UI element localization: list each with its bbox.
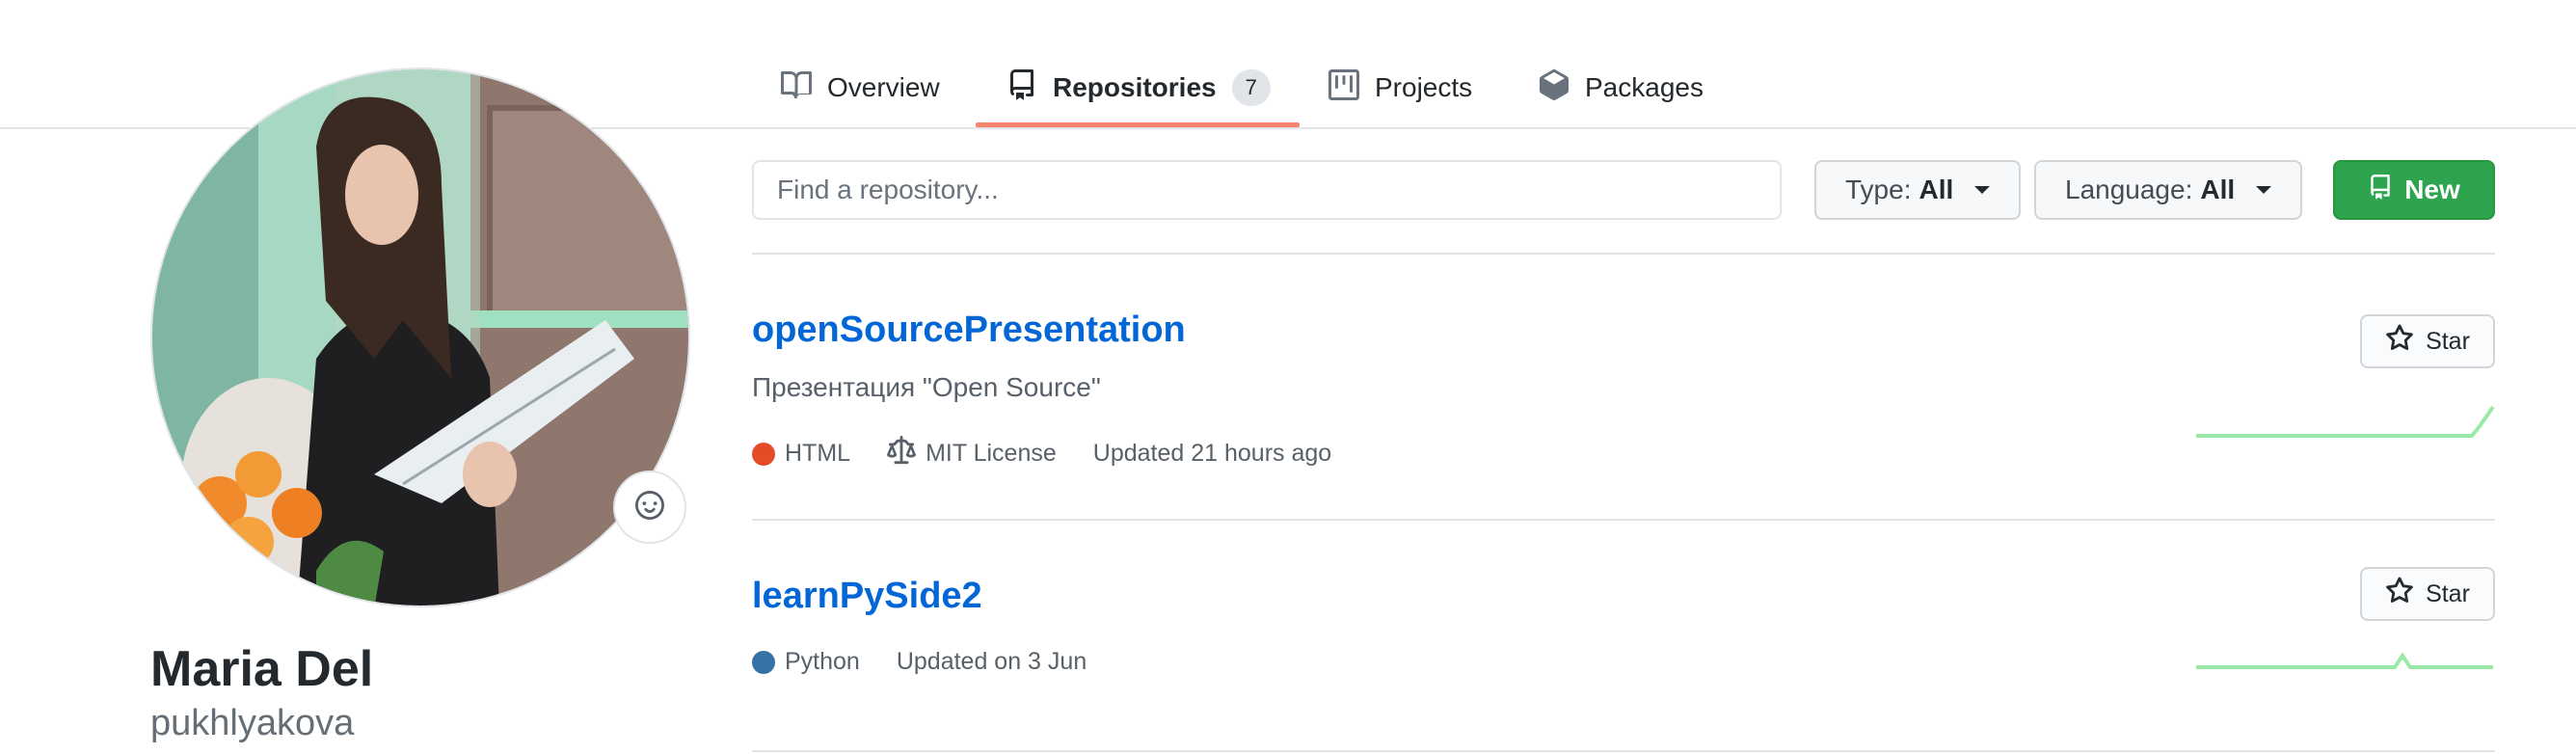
tab-projects-label: Projects — [1375, 72, 1473, 102]
list-divider — [752, 750, 2495, 752]
repo-language-label: Python — [785, 648, 860, 675]
star-button-label: Star — [2426, 579, 2470, 607]
project-icon — [1328, 68, 1359, 107]
profile-name: Maria Del — [150, 641, 374, 697]
repo-meta: HTML MIT License Updated 21 hours ago — [752, 436, 1368, 471]
profile-login: pukhlyakova — [150, 703, 355, 743]
repo-updated: Updated 21 hours ago — [1092, 440, 1332, 467]
star-icon — [2385, 323, 2414, 360]
type-filter-button[interactable]: Type: All — [1814, 160, 2022, 220]
list-divider — [752, 253, 2495, 255]
new-button-label: New — [2404, 175, 2460, 204]
repo-icon — [1006, 68, 1037, 107]
language-filter-button[interactable]: Language: All — [2034, 160, 2303, 220]
star-button-label: Star — [2426, 327, 2470, 355]
set-status-button[interactable] — [613, 471, 686, 544]
caret-down-icon — [1974, 186, 1991, 194]
smiley-icon — [635, 490, 664, 525]
repo-license-label: MIT License — [926, 440, 1057, 467]
new-repository-button[interactable]: New — [2333, 160, 2495, 220]
selected-tab-indicator — [976, 122, 1300, 127]
star-button[interactable]: Star — [2360, 314, 2495, 368]
repo-language-label: HTML — [785, 440, 851, 467]
language-color-dot — [752, 650, 775, 674]
avatar[interactable] — [150, 67, 690, 607]
tab-packages[interactable]: Packages — [1539, 48, 1704, 127]
repo-updated: Updated on 3 Jun — [896, 648, 1087, 675]
repo-link-learnpyside2[interactable]: learnPySide2 — [752, 573, 982, 619]
tab-overview[interactable]: Overview — [781, 48, 940, 127]
repo-language: Python — [752, 648, 860, 676]
repo-meta: Python Updated on 3 Jun — [752, 648, 1123, 676]
repo-icon — [2368, 174, 2393, 206]
repo-language: HTML — [752, 440, 850, 468]
type-filter-label: Type: — [1845, 175, 1912, 204]
repositories-count-badge: 7 — [1231, 69, 1271, 106]
activity-sparkline — [2196, 652, 2493, 669]
law-icon — [887, 436, 917, 471]
activity-sparkline — [2196, 405, 2495, 438]
type-filter-value: All — [1919, 175, 1954, 204]
profile-avatar-container — [150, 67, 690, 607]
language-filter-value: All — [2200, 175, 2236, 204]
avatar-photo — [152, 69, 688, 606]
repo-description: Презентация "Open Source" — [752, 372, 1101, 402]
find-repository-input[interactable] — [752, 160, 1782, 220]
package-icon — [1539, 68, 1570, 107]
caret-down-icon — [2256, 186, 2272, 194]
list-divider — [752, 519, 2495, 521]
book-icon — [781, 69, 812, 107]
star-icon — [2385, 576, 2414, 612]
tab-repositories-label: Repositories — [1053, 72, 1217, 102]
repo-link-opensourcepresentation[interactable]: openSourcePresentation — [752, 307, 1186, 353]
language-color-dot — [752, 442, 775, 466]
language-filter-label: Language: — [2065, 175, 2193, 204]
star-button[interactable]: Star — [2360, 567, 2495, 621]
tab-overview-label: Overview — [827, 72, 940, 102]
tab-repositories[interactable]: Repositories 7 — [1006, 48, 1271, 127]
tab-projects[interactable]: Projects — [1328, 48, 1472, 127]
repo-license: MIT License — [887, 436, 1057, 471]
tab-packages-label: Packages — [1585, 72, 1704, 102]
